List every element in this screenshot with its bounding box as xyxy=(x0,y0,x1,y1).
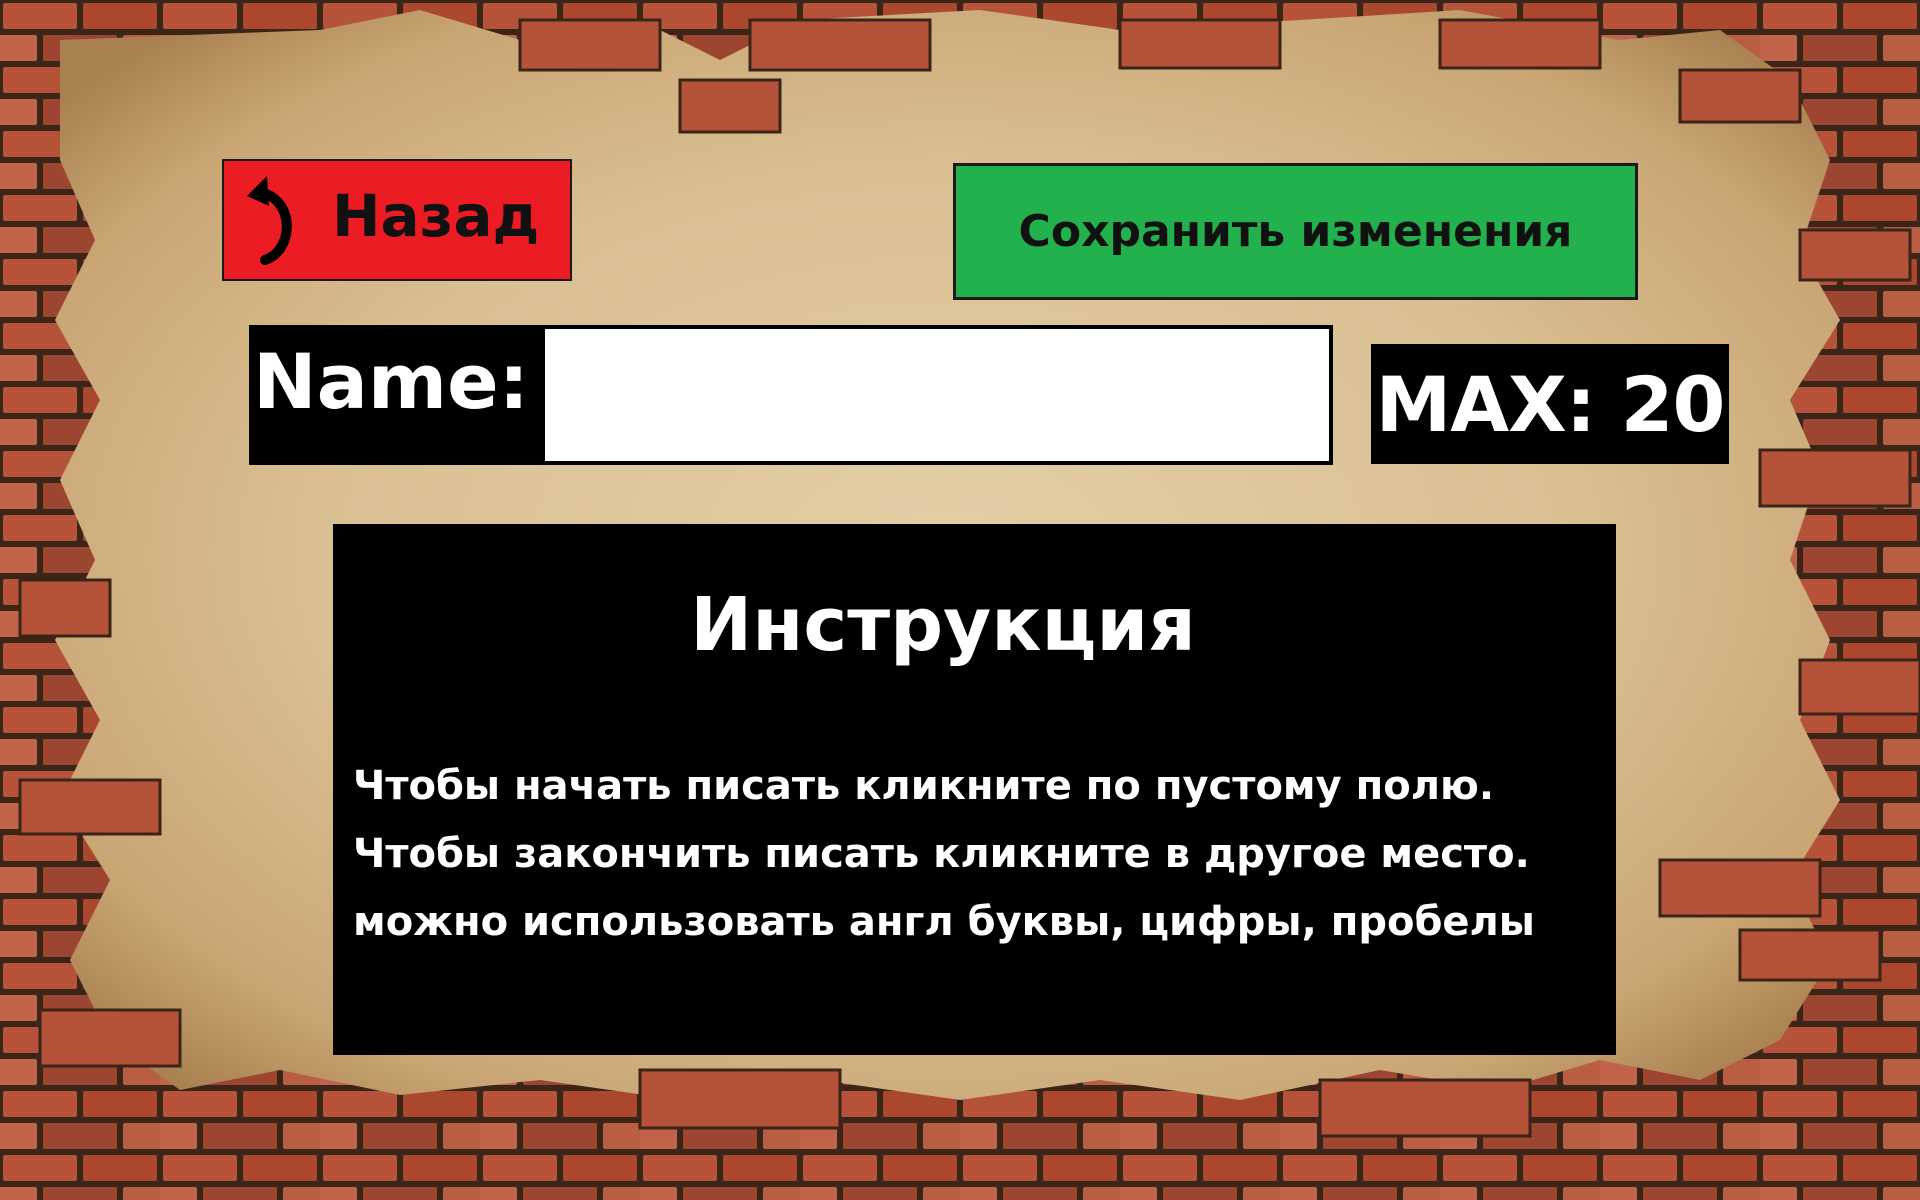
max-length-label: MAX: 20 xyxy=(1375,359,1726,449)
instructions-panel: Инструкция Чтобы начать писать кликните … xyxy=(333,524,1616,1055)
back-button-label: Назад xyxy=(332,182,540,250)
instruction-line: Чтобы начать писать кликните по пустому … xyxy=(353,763,1495,809)
instructions-text: Чтобы начать писать кликните по пустому … xyxy=(353,752,1603,956)
save-changes-label: Сохранить изменения xyxy=(1018,206,1573,257)
instructions-title: Инструкция xyxy=(690,582,1196,668)
save-changes-button[interactable]: Сохранить изменения xyxy=(953,163,1638,300)
name-label: Name: xyxy=(253,336,530,426)
instruction-line: Чтобы закончить писать кликните в другое… xyxy=(353,831,1530,877)
back-button[interactable]: Назад xyxy=(222,159,572,281)
name-input[interactable] xyxy=(539,325,1333,465)
max-length-box: MAX: 20 xyxy=(1371,344,1729,464)
curved-back-arrow-icon xyxy=(240,170,310,270)
name-label-box: Name: xyxy=(249,325,539,465)
instruction-line: можно использовать англ буквы, цифры, пр… xyxy=(353,899,1535,945)
